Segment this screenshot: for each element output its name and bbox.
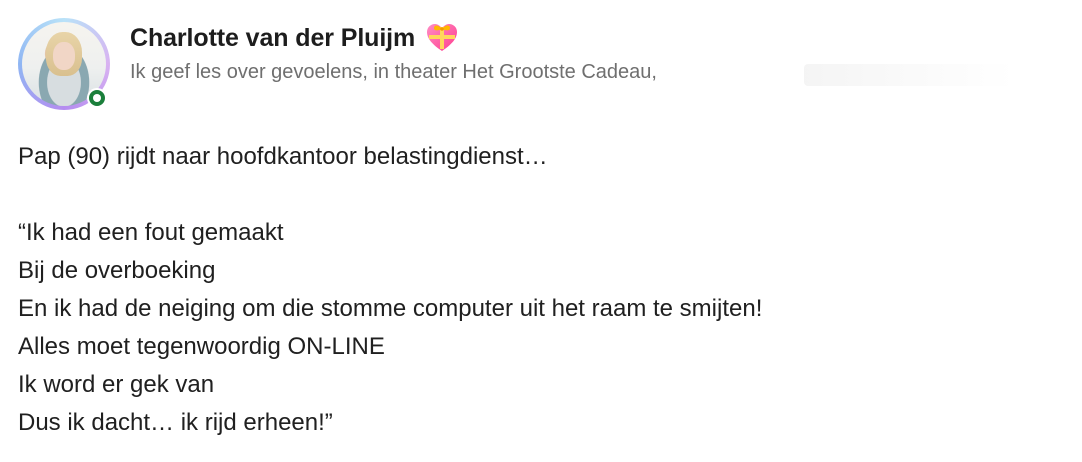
post-line: Pap (90) rijdt naar hoofdkantoor belasti…	[18, 143, 548, 170]
post-line: Ik word er gek van	[18, 371, 215, 398]
post-line: Dus ik dacht… ik rijd erheen!”	[18, 409, 333, 436]
post-header: Charlotte van der Pluijm Ik geef les ove…	[18, 18, 1058, 114]
author-name[interactable]: Charlotte van der Pluijm	[130, 25, 415, 51]
redacted-text	[804, 64, 1014, 86]
author-name-row: Charlotte van der Pluijm	[130, 21, 459, 55]
post-line: En ik had de neiging om die stomme compu…	[18, 295, 763, 322]
online-dot-icon	[87, 88, 107, 108]
post-line-spacer	[18, 176, 1064, 214]
post-line: Alles moet tegenwoordig ON-LINE	[18, 333, 385, 360]
post-line: Bij de overboeking	[18, 257, 216, 284]
post-line: “Ik had een fout gemaakt	[18, 219, 284, 246]
feed-post: Charlotte van der Pluijm Ik geef les ove…	[0, 0, 1082, 462]
author-subtitle: Ik geef les over gevoelens, in theater H…	[130, 61, 657, 83]
post-body: Pap (90) rijdt naar hoofdkantoor belasti…	[18, 138, 1064, 442]
author-avatar[interactable]	[18, 18, 110, 110]
gift-heart-icon	[425, 23, 459, 53]
